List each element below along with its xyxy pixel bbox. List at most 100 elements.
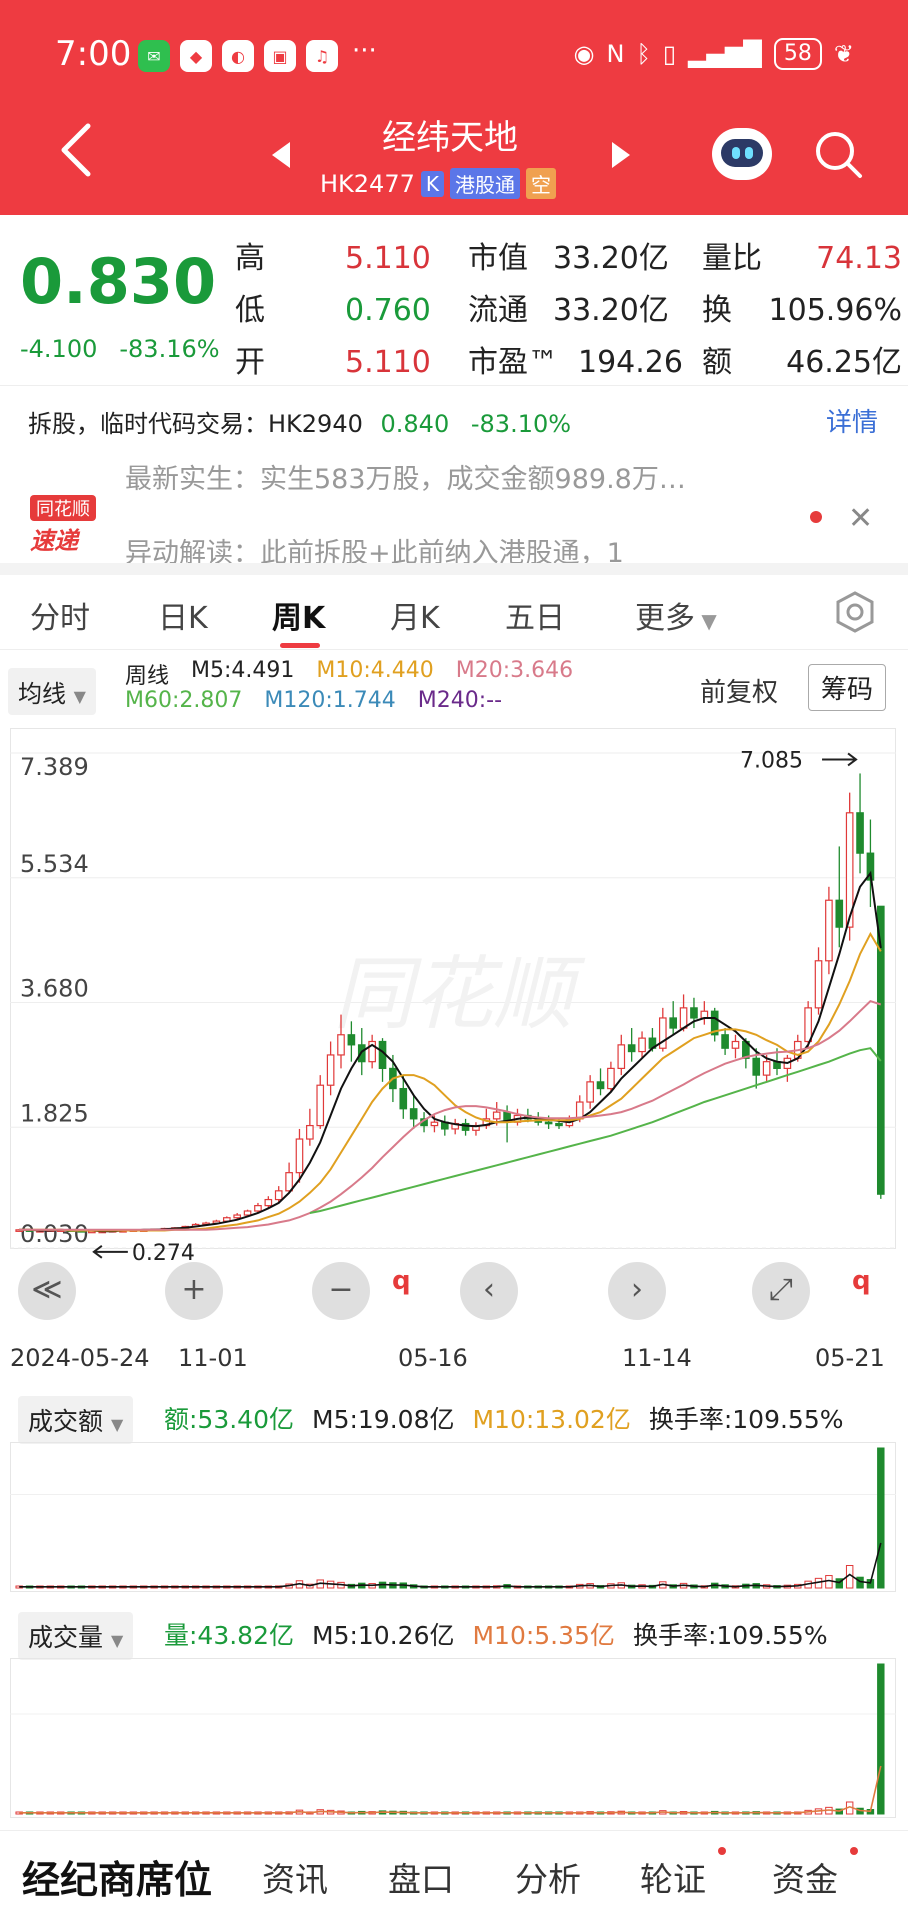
news-line-2[interactable]: 异动解读：此前拆股+此前纳入港股通，1 bbox=[125, 531, 624, 563]
ma-line-2: M60:2.807 M120:1.744 M240:-- bbox=[125, 688, 502, 713]
split-notice[interactable]: 拆股，临时代码交易：HK2940 0.840 -83.10% 详情 bbox=[0, 385, 908, 453]
nav-broker-seats[interactable]: 经纪商席位 bbox=[22, 1849, 212, 1904]
y-tick-label: 7.389 bbox=[20, 753, 89, 781]
tab-five-day[interactable]: 五日 bbox=[505, 593, 565, 637]
tab-more[interactable]: 更多 ▼ bbox=[635, 593, 717, 637]
kline-svg[interactable]: 7.3895.5343.6801.8250.030同花顺7.0850.274 bbox=[10, 728, 896, 1328]
tab-weekly-k[interactable]: 周K bbox=[272, 593, 325, 637]
kline-chart[interactable]: 7.389 5.534 3.680 1.825 0.030 同花顺 7.085 0.274 bbox=[10, 728, 896, 1328]
price-change: -4.100 bbox=[20, 335, 98, 363]
candle-body bbox=[700, 1010, 709, 1019]
tab-daily-k[interactable]: 日K bbox=[158, 593, 208, 637]
settings-icon[interactable] bbox=[834, 591, 876, 633]
watermark: 同花顺 bbox=[333, 947, 586, 1040]
eye-icon: ◉ bbox=[573, 40, 595, 68]
ma240-value: M240:-- bbox=[417, 688, 503, 713]
candle-body bbox=[316, 1084, 325, 1127]
amount-m10: M10:13.02亿 bbox=[472, 1405, 631, 1434]
volume-panel-header: 成交量 ▼ 量:43.82亿 M5:10.26亿 M10:5.35亿 换手率:1… bbox=[0, 1608, 908, 1660]
candle-body bbox=[233, 1214, 242, 1219]
volume-svg[interactable] bbox=[10, 1658, 896, 1818]
amount-label: 额 bbox=[702, 345, 732, 380]
mktcap-label: 市值 bbox=[468, 241, 528, 276]
scroll-left-button[interactable]: ‹ bbox=[460, 1262, 518, 1320]
nav-news[interactable]: 资讯 bbox=[262, 1853, 328, 1901]
details-link[interactable]: 详情 bbox=[826, 402, 878, 439]
split-label: 拆股，临时代码交易：HK2940 bbox=[28, 410, 363, 438]
nfc-icon: N bbox=[606, 40, 625, 68]
volume-m10: M10:5.35亿 bbox=[472, 1621, 615, 1650]
price-change-pct: -83.16% bbox=[119, 335, 220, 363]
tab-monthly-k[interactable]: 月K bbox=[390, 593, 440, 637]
nav-warrants[interactable]: 轮证 bbox=[640, 1853, 706, 1901]
top-header: 7:00 ✉ ◆ ◐ ▣ ♫ ··· ◉ N ᛒ ▯ ▂▄▆█ 58 ❦ 经纬天… bbox=[0, 0, 908, 215]
candle-body bbox=[544, 1121, 553, 1125]
volume-values: 量:43.82亿 M5:10.26亿 M10:5.35亿 换手率:109.55% bbox=[164, 1616, 828, 1652]
fullscreen-button[interactable]: ⤢ bbox=[752, 1262, 810, 1320]
q-marker[interactable]: q bbox=[852, 1266, 871, 1296]
news-ticker[interactable]: 同花顺 速递 最新实生：实生583万股，成交金额989.8万… 异动解读：此前拆… bbox=[0, 453, 908, 563]
date-label: 11-01 bbox=[178, 1344, 248, 1372]
period-label: 周线 bbox=[125, 664, 170, 689]
indicator-select[interactable]: 均线 ▼ bbox=[8, 668, 96, 715]
candle-body bbox=[254, 1205, 262, 1212]
caret-down-icon: ▼ bbox=[695, 609, 717, 633]
zoom-in-button[interactable]: + bbox=[165, 1262, 223, 1320]
volume-indicator-select[interactable]: 成交量 ▼ bbox=[18, 1612, 134, 1660]
volume-chart[interactable] bbox=[10, 1658, 896, 1818]
robot-assistant-icon[interactable] bbox=[712, 128, 772, 180]
y-tick-label: 3.680 bbox=[20, 974, 89, 1002]
separator bbox=[0, 563, 908, 575]
news-line-1[interactable]: 最新实生：实生583万股，成交金额989.8万… bbox=[125, 457, 686, 496]
amount-svg[interactable] bbox=[10, 1442, 896, 1592]
nav-capital-flow[interactable]: 资金 bbox=[772, 1853, 838, 1901]
nav-order-book[interactable]: 盘口 bbox=[388, 1853, 454, 1901]
volume-bar bbox=[877, 1663, 885, 1815]
ma-line-1: 周线 M5:4.491 M10:4.440 M20:3.646 bbox=[125, 658, 573, 690]
back-arrow-icon[interactable] bbox=[52, 120, 102, 180]
volume-bar bbox=[877, 1447, 885, 1589]
quote-col-2: 市值 33.20亿 流通 33.20亿 市盈™ 194.26 bbox=[468, 233, 683, 389]
chip-distribution-button[interactable]: 筹码 bbox=[808, 664, 887, 711]
float-label: 流通 bbox=[468, 293, 528, 328]
amount-turnover-text: 换手率:109.55% bbox=[648, 1405, 844, 1434]
candle-body bbox=[669, 1017, 678, 1029]
bluetooth-icon: ᛒ bbox=[636, 40, 651, 68]
leaf-icon: ❦ bbox=[833, 40, 854, 68]
candle-body bbox=[337, 1034, 345, 1056]
candle-body bbox=[326, 1054, 335, 1086]
forward-adjust-toggle[interactable]: 前复权 bbox=[700, 672, 778, 709]
scroll-right-button[interactable]: › bbox=[608, 1262, 666, 1320]
nav-analysis[interactable]: 分析 bbox=[515, 1853, 581, 1901]
zoom-out-far-button[interactable]: ≪ bbox=[18, 1262, 76, 1320]
volume-m5: M5:10.26亿 bbox=[312, 1621, 455, 1650]
amount-panel-header: 成交额 ▼ 额:53.40亿 M5:19.08亿 M10:13.02亿 换手率:… bbox=[0, 1392, 908, 1444]
zoom-out-button[interactable]: − bbox=[312, 1262, 370, 1320]
app-icon: ◆ bbox=[180, 40, 212, 72]
price-change-row: -4.100 -83.16% bbox=[20, 335, 220, 363]
search-icon[interactable] bbox=[812, 128, 864, 180]
close-icon[interactable]: ✕ bbox=[848, 501, 873, 536]
pe-value: 194.26 bbox=[578, 345, 683, 380]
candle-body bbox=[492, 1111, 501, 1120]
amount-select-label: 成交额 bbox=[28, 1407, 104, 1436]
volume-ma-line bbox=[19, 1765, 882, 1814]
quote-col-1: 高 5.110 低 0.760 开 5.110 bbox=[235, 233, 431, 389]
date-label: 05-21 bbox=[815, 1344, 885, 1372]
amount-indicator-select[interactable]: 成交额 ▼ bbox=[18, 1396, 134, 1444]
prev-stock-icon[interactable] bbox=[270, 140, 292, 170]
candle-body bbox=[409, 1108, 418, 1120]
stock-connect-tag: 港股通 bbox=[450, 168, 520, 199]
tab-intraday[interactable]: 分时 bbox=[30, 593, 90, 637]
badge-dot bbox=[718, 1847, 726, 1855]
temp-code-price: 0.840 bbox=[380, 410, 450, 438]
amount-chart[interactable] bbox=[10, 1442, 896, 1592]
q-marker[interactable]: q bbox=[392, 1266, 411, 1296]
candle-body bbox=[243, 1210, 252, 1216]
next-stock-icon[interactable] bbox=[610, 140, 632, 170]
candle-body bbox=[607, 1067, 615, 1090]
caret-down-icon: ▼ bbox=[110, 1631, 124, 1650]
pe-label: 市盈™ bbox=[468, 345, 558, 380]
y-tick-label: 0.030 bbox=[20, 1220, 89, 1248]
volume-bar bbox=[825, 1575, 833, 1589]
